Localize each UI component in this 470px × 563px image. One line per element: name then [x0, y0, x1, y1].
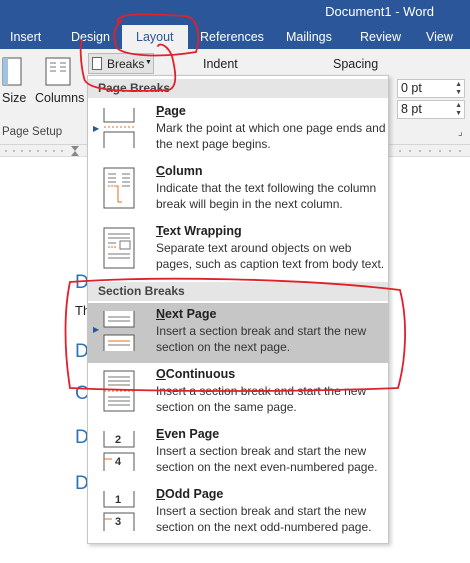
menu-item-title: DOdd Page [156, 487, 224, 501]
menu-item-text-wrapping[interactable]: Text Wrapping Separate text around objec… [88, 220, 388, 280]
indent-marker-icon [71, 146, 79, 151]
even-page-break-icon: 2 4 [103, 431, 135, 471]
text-wrapping-break-icon [103, 227, 135, 269]
menu-item-desc: Indicate that the text following the col… [156, 181, 377, 211]
page-breaks-header: Page Breaks [88, 79, 388, 98]
breaks-icon [92, 57, 102, 70]
spacing-before-value: 0 pt [401, 81, 422, 95]
title-bar: Document1 - Word [0, 0, 470, 25]
chevron-down-icon: ▼ [145, 59, 152, 66]
spin-arrows-icon[interactable]: ▲ ▼ [455, 102, 462, 118]
spin-arrows-icon[interactable]: ▲ ▼ [455, 81, 462, 97]
odd-page-break-icon: 1 3 [103, 491, 135, 531]
next-page-break-icon [103, 311, 135, 351]
size-icon[interactable] [2, 57, 24, 87]
menu-item-desc: Mark the point at which one page ends an… [156, 121, 386, 151]
menu-item-title: Column [156, 164, 203, 178]
window-title: Document1 - Word [325, 4, 434, 19]
menu-item-column[interactable]: Column Indicate that the text following … [88, 160, 388, 220]
page-break-icon [103, 108, 135, 148]
dialog-launcher-icon[interactable]: ⌟ [458, 127, 463, 138]
tab-view[interactable]: View [426, 25, 453, 49]
tab-design[interactable]: Design [71, 25, 110, 49]
indent-label: Indent [203, 57, 238, 71]
page-setup-group-label: Page Setup [2, 126, 63, 138]
tab-mailings[interactable]: Mailings [286, 25, 332, 49]
menu-item-title: Page [156, 104, 186, 118]
menu-item-desc: Insert a section break and start the new… [156, 504, 372, 534]
menu-item-desc: Separate text around objects on web page… [156, 241, 385, 271]
size-button[interactable]: Size [2, 91, 26, 105]
tab-review[interactable]: Review [360, 25, 401, 49]
pointer-icon: ▶ [93, 325, 100, 334]
tab-layout[interactable]: Layout [122, 25, 188, 49]
svg-text:4: 4 [115, 456, 122, 468]
svg-text:3: 3 [115, 516, 121, 528]
tab-references[interactable]: References [200, 25, 264, 49]
column-break-icon [103, 167, 135, 209]
continuous-break-icon [103, 370, 135, 412]
spacing-after-field[interactable]: 8 pt ▲ ▼ [397, 100, 465, 119]
menu-item-continuous[interactable]: OContinuous Insert a section break and s… [88, 363, 388, 423]
spacing-before-field[interactable]: 0 pt ▲ ▼ [397, 79, 465, 98]
menu-item-desc: Insert a section break and start the new… [156, 444, 378, 474]
spacing-label: Spacing [333, 57, 379, 71]
menu-item-title: Even Page [156, 427, 220, 441]
menu-item-odd-page[interactable]: 1 3 DOdd Page Insert a section break and… [88, 483, 388, 543]
menu-item-title: Next Page [156, 307, 217, 321]
svg-text:1: 1 [115, 494, 121, 506]
pointer-icon: ▶ [93, 124, 100, 133]
menu-item-desc: Insert a section break and start the new… [156, 324, 367, 354]
svg-text:2: 2 [115, 434, 121, 446]
columns-button[interactable]: Columns [35, 91, 84, 105]
spacing-after-value: 8 pt [401, 102, 422, 116]
menu-item-page[interactable]: ▶ Page Mark the point at which one page … [88, 100, 388, 160]
menu-item-desc: Insert a section break and start the new… [156, 384, 367, 414]
ribbon-tabs: Insert Design Layout References Mailings… [0, 25, 470, 49]
menu-item-even-page[interactable]: 2 4 Even Page Insert a section break and… [88, 423, 388, 483]
breaks-menu: Page Breaks ▶ Page Mark the point at whi… [87, 75, 389, 544]
tab-insert[interactable]: Insert [10, 25, 41, 49]
columns-icon[interactable] [45, 57, 71, 87]
breaks-label: Breaks [107, 57, 145, 71]
section-breaks-header: Section Breaks [88, 282, 388, 301]
breaks-button[interactable]: Breaks ▼ [88, 53, 154, 74]
menu-item-next-page[interactable]: ▶ Next Page Insert a section break and s… [88, 303, 388, 363]
menu-item-title: Text Wrapping [156, 224, 242, 238]
menu-item-title: OContinuous [156, 367, 236, 381]
